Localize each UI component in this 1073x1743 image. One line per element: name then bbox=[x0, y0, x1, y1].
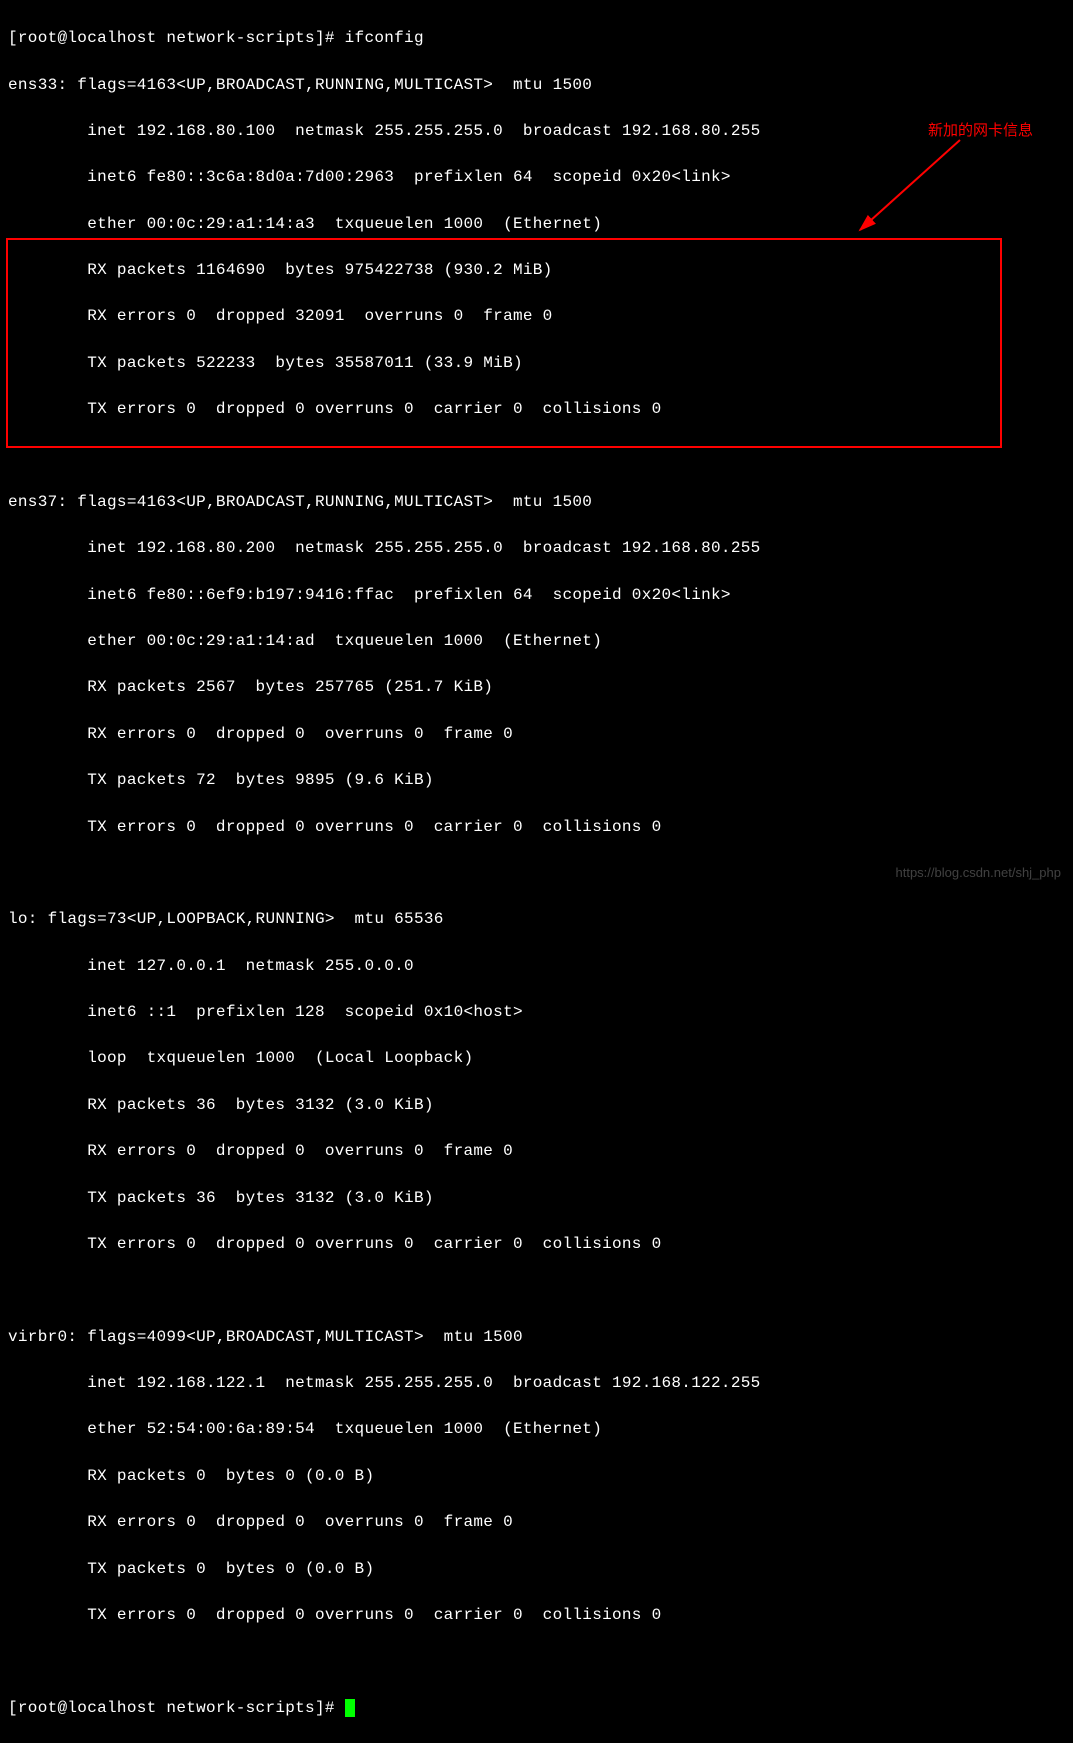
iface-ens37-l1: ens37: flags=4163<UP,BROADCAST,RUNNING,M… bbox=[8, 491, 1065, 514]
iface-lo-l5: RX packets 36 bytes 3132 (3.0 KiB) bbox=[8, 1094, 1065, 1117]
iface-lo-l7: TX packets 36 bytes 3132 (3.0 KiB) bbox=[8, 1187, 1065, 1210]
iface-lo-l6: RX errors 0 dropped 0 overruns 0 frame 0 bbox=[8, 1140, 1065, 1163]
prompt-text: [root@localhost network-scripts]# bbox=[8, 1699, 345, 1717]
iface-ens33-l1: ens33: flags=4163<UP,BROADCAST,RUNNING,M… bbox=[8, 74, 1065, 97]
iface-virbr0-l5: RX errors 0 dropped 0 overruns 0 frame 0 bbox=[8, 1511, 1065, 1534]
iface-ens33-l7: TX packets 522233 bytes 35587011 (33.9 M… bbox=[8, 352, 1065, 375]
iface-lo-l2: inet 127.0.0.1 netmask 255.0.0.0 bbox=[8, 955, 1065, 978]
iface-virbr0-l2: inet 192.168.122.1 netmask 255.255.255.0… bbox=[8, 1372, 1065, 1395]
iface-virbr0-l1: virbr0: flags=4099<UP,BROADCAST,MULTICAS… bbox=[8, 1326, 1065, 1349]
blank-line bbox=[8, 445, 1065, 468]
iface-ens37-l6: RX errors 0 dropped 0 overruns 0 frame 0 bbox=[8, 723, 1065, 746]
watermark-text: https://blog.csdn.net/shj_php bbox=[895, 864, 1061, 883]
iface-ens37-l3: inet6 fe80::6ef9:b197:9416:ffac prefixle… bbox=[8, 584, 1065, 607]
iface-ens37-l8: TX errors 0 dropped 0 overruns 0 carrier… bbox=[8, 816, 1065, 839]
iface-ens33-l8: TX errors 0 dropped 0 overruns 0 carrier… bbox=[8, 398, 1065, 421]
iface-virbr0-l7: TX errors 0 dropped 0 overruns 0 carrier… bbox=[8, 1604, 1065, 1627]
iface-ens33-l3: inet6 fe80::3c6a:8d0a:7d00:2963 prefixle… bbox=[8, 166, 1065, 189]
annotation-label: 新加的网卡信息 bbox=[928, 120, 1033, 142]
iface-ens37-l2: inet 192.168.80.200 netmask 255.255.255.… bbox=[8, 537, 1065, 560]
iface-lo-l4: loop txqueuelen 1000 (Local Loopback) bbox=[8, 1047, 1065, 1070]
cursor-icon bbox=[345, 1699, 355, 1717]
iface-virbr0-l4: RX packets 0 bytes 0 (0.0 B) bbox=[8, 1465, 1065, 1488]
prompt-line: [root@localhost network-scripts]# ifconf… bbox=[8, 27, 1065, 50]
iface-ens33-l2: inet 192.168.80.100 netmask 255.255.255.… bbox=[8, 120, 1065, 143]
prompt-line-2[interactable]: [root@localhost network-scripts]# bbox=[8, 1697, 1065, 1720]
blank-line bbox=[8, 1650, 1065, 1673]
iface-ens33-l4: ether 00:0c:29:a1:14:a3 txqueuelen 1000 … bbox=[8, 213, 1065, 236]
iface-virbr0-l6: TX packets 0 bytes 0 (0.0 B) bbox=[8, 1558, 1065, 1581]
iface-ens33-l6: RX errors 0 dropped 32091 overruns 0 fra… bbox=[8, 305, 1065, 328]
blank-line bbox=[8, 1279, 1065, 1302]
iface-lo-l3: inet6 ::1 prefixlen 128 scopeid 0x10<hos… bbox=[8, 1001, 1065, 1024]
iface-virbr0-l3: ether 52:54:00:6a:89:54 txqueuelen 1000 … bbox=[8, 1418, 1065, 1441]
iface-lo-l8: TX errors 0 dropped 0 overruns 0 carrier… bbox=[8, 1233, 1065, 1256]
iface-ens33-l5: RX packets 1164690 bytes 975422738 (930.… bbox=[8, 259, 1065, 282]
iface-ens37-l4: ether 00:0c:29:a1:14:ad txqueuelen 1000 … bbox=[8, 630, 1065, 653]
iface-ens37-l5: RX packets 2567 bytes 257765 (251.7 KiB) bbox=[8, 676, 1065, 699]
iface-lo-l1: lo: flags=73<UP,LOOPBACK,RUNNING> mtu 65… bbox=[8, 908, 1065, 931]
iface-ens37-l7: TX packets 72 bytes 9895 (9.6 KiB) bbox=[8, 769, 1065, 792]
